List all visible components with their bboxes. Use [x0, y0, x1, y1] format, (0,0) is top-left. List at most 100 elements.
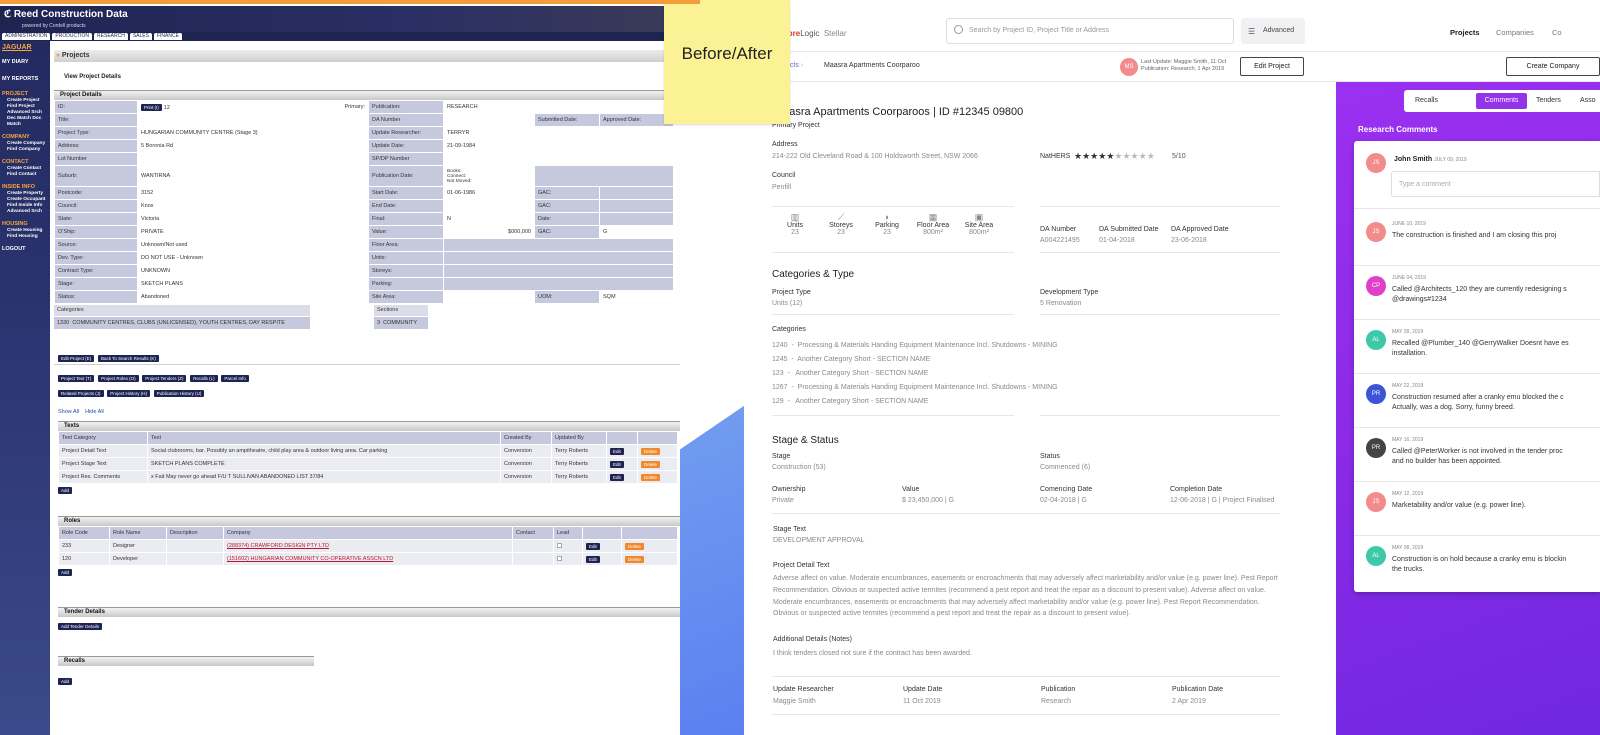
sidebar-find-housing[interactable]: Find Housing	[0, 234, 50, 240]
roles-section: Roles Role Code Role Name Description Compa…	[58, 516, 680, 576]
sidebar-section-company: COMPANY	[2, 134, 30, 140]
tab-recalls[interactable]: Recalls	[1415, 97, 1438, 104]
nathers-rating: ★★★★★★★★★★	[1074, 151, 1155, 162]
project-details-table: ID: Print (I) 12 Primary: Publication: RES…	[54, 100, 674, 304]
sidebar-find-company[interactable]: Find Company	[0, 147, 50, 153]
show-hide-links: Show All Hide All	[58, 409, 110, 415]
section-header-texts: Texts	[58, 421, 680, 431]
user-name[interactable]: JAGUAR	[0, 41, 50, 53]
parcel-info-button[interactable]: Parcel Info	[221, 375, 249, 382]
create-company-button[interactable]: Create Company	[1506, 57, 1600, 76]
add-tender-details-button[interactable]: Add Tender Details	[58, 623, 102, 630]
delete-button[interactable]: Delete	[641, 473, 661, 481]
edit-project-button[interactable]: Edit Project	[1240, 57, 1304, 76]
divider	[1354, 535, 1600, 536]
roles-table: Role Code Role Name Description Company Cont…	[58, 526, 678, 566]
new-logo: CoreLogic Stellar	[782, 29, 847, 38]
lead-checkbox[interactable]	[557, 542, 562, 548]
value-value: $ 23,450,000 | G	[902, 497, 955, 504]
project-content: Maasra Apartments Coorparoos | ID #12345…	[772, 100, 1312, 735]
tab-production[interactable]: PRODUCTION	[52, 33, 93, 40]
back-to-search-button[interactable]: Back To Search Results (K)	[97, 355, 159, 362]
comment-text: Construction resumed after a cranky emu …	[1392, 394, 1564, 411]
project-roles-button[interactable]: Project Roles (O)	[98, 375, 139, 382]
project-text-button[interactable]: Project Text (T)	[58, 375, 95, 382]
comment-item: JS JUNE 10, 2019 The construction is finis…	[1354, 219, 1600, 273]
sidebar-doc-match[interactable]: Dec Match Doc Match	[0, 116, 50, 128]
da-submitted-label: DA Submitted Date	[1099, 226, 1159, 233]
ownership-value: Private	[772, 497, 794, 504]
tab-research[interactable]: RESEARCH	[94, 33, 128, 40]
show-all-link[interactable]: Show All	[58, 409, 79, 415]
table-row: Project Detail Text Social clubrooms, bar…	[59, 445, 677, 457]
delete-button[interactable]: Delete	[625, 555, 645, 563]
edit-button[interactable]: Edit	[610, 460, 624, 468]
star-empty-icon: ★	[1122, 151, 1131, 161]
publication-history-button[interactable]: Publication History (U)	[153, 390, 205, 397]
nav-contacts[interactable]: Co	[1552, 28, 1562, 37]
tab-comments[interactable]: Comments	[1476, 93, 1527, 109]
nav-projects[interactable]: Projects	[1450, 28, 1480, 37]
delete-button[interactable]: Delete	[625, 542, 645, 550]
project-history-button[interactable]: Project History (H)	[107, 390, 150, 397]
stage-text-value: DEVELOPMENT APPROVAL	[773, 537, 865, 544]
comment-date: MAY 28, 2019	[1392, 329, 1424, 335]
avatar: PR	[1366, 384, 1386, 404]
hide-all-link[interactable]: Hide All	[85, 409, 104, 415]
nathers-label: NatHERS	[1040, 153, 1071, 160]
edit-button[interactable]: Edit	[586, 555, 600, 563]
edit-button[interactable]: Edit	[610, 473, 624, 481]
stat-parking: ◗ Parking 23	[864, 212, 910, 236]
tender-section: Tender Details Add Tender Details	[58, 607, 680, 630]
project-tenders-button[interactable]: Project Tenders (Z)	[142, 375, 187, 382]
comment-item: AL MAY 28, 2019 Recalled @Plumber_140 @Ger…	[1354, 327, 1600, 381]
comment-item: JS MAY 12, 2019 Marketability and/or value…	[1354, 489, 1600, 543]
avatar: JS	[1366, 222, 1386, 242]
divider	[1040, 252, 1280, 253]
publication-label: Publication	[1041, 686, 1076, 693]
comment-text: Called @PeterWorker is not involved in t…	[1392, 448, 1563, 465]
star-filled-icon: ★	[1074, 151, 1083, 161]
divider	[1354, 208, 1600, 209]
edit-project-button[interactable]: Edit Project (E)	[58, 355, 95, 362]
tab-finance[interactable]: FINANCE	[153, 33, 182, 40]
company-link[interactable]: (151602) HUNGARIAN COMMUNITY CO-OPERATIV…	[227, 556, 393, 562]
stage-label: Stage	[772, 453, 791, 460]
divider	[772, 676, 1280, 677]
company-link[interactable]: (288374) CRAWFORD DESIGN PTY LTD	[227, 543, 329, 549]
lead-checkbox[interactable]	[557, 555, 562, 561]
background-orange-strip	[0, 0, 700, 4]
tab-associations[interactable]: Asso	[1580, 97, 1596, 104]
sidebar-logout[interactable]: LOGOUT	[0, 244, 50, 253]
print-button[interactable]: Print (I)	[141, 103, 162, 111]
comment-date: MAY 16, 2019	[1392, 437, 1424, 443]
sidebar-my-reports[interactable]: MY REPORTS	[0, 74, 50, 83]
da-number-label: DA Number	[1040, 226, 1077, 233]
add-role-button[interactable]: Add	[58, 569, 73, 576]
stage-text-label: Stage Text	[773, 526, 806, 533]
tab-sales[interactable]: SALES	[129, 33, 152, 40]
edit-button[interactable]: Edit	[610, 447, 624, 455]
sidebar-my-diary[interactable]: MY DIARY	[0, 57, 50, 66]
sidebar-inside-advanced[interactable]: Advanced Srch	[0, 209, 50, 215]
search-input[interactable]: Search by Project ID, Project Title or A…	[946, 18, 1234, 44]
development-type-value: 5 Renovation	[1040, 300, 1082, 307]
update-researcher-value: Maggie Smith	[773, 698, 816, 705]
delete-button[interactable]: Delete	[641, 460, 661, 468]
table-row: Project Res. Comments x Fait May never go…	[59, 471, 677, 483]
nav-companies[interactable]: Companies	[1496, 28, 1534, 37]
tab-administration[interactable]: ADMINISTRATION	[2, 33, 51, 40]
add-recall-button[interactable]: Add	[58, 678, 73, 685]
notes-label: Additional Details (Notes)	[773, 636, 852, 643]
add-text-button[interactable]: Add	[58, 487, 73, 494]
before-after-sticky-note: Before/After	[664, 0, 790, 124]
sidebar-find-contact[interactable]: Find Contact	[0, 172, 50, 178]
edit-button[interactable]: Edit	[586, 542, 600, 550]
related-projects-button[interactable]: Related Projects (J)	[58, 390, 104, 397]
divider	[772, 415, 1014, 416]
recalls-button[interactable]: Recalls (L)	[190, 375, 218, 382]
search-icon	[954, 25, 963, 34]
comment-input[interactable]: Type a comment	[1391, 171, 1600, 197]
delete-button[interactable]: Delete	[641, 447, 661, 455]
tab-tenders[interactable]: Tenders	[1536, 97, 1561, 104]
